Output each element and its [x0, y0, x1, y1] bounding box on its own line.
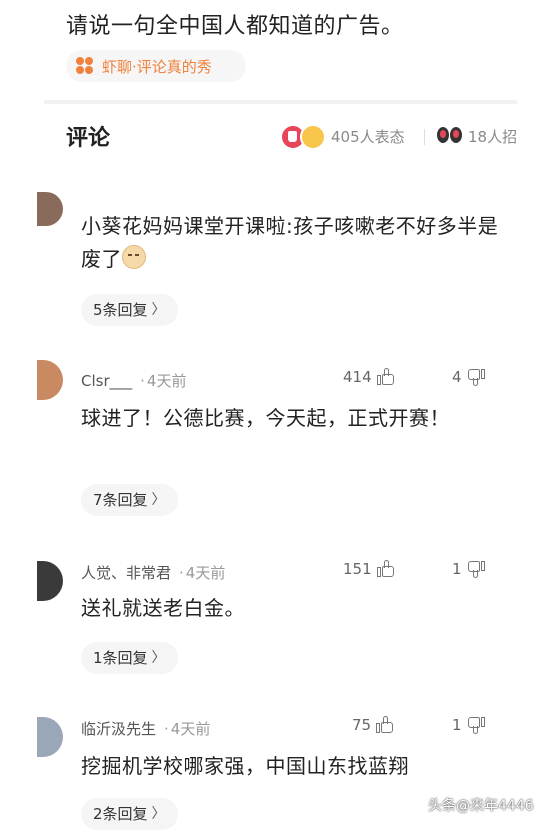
thumbs-up-icon — [376, 560, 395, 578]
replies-label: 2条回复 — [93, 805, 148, 823]
replies-button[interactable]: 2条回复 〉 — [81, 798, 178, 830]
author-name[interactable]: Clsr___ — [81, 372, 132, 390]
comment-time: 4天前 — [146, 372, 187, 390]
comments-title: 评论 — [66, 126, 111, 151]
replies-label: 7条回复 — [93, 491, 148, 509]
avatar[interactable] — [37, 360, 63, 400]
dislike-button[interactable]: 1 — [452, 716, 485, 734]
author-row: 临沂汲先生 · 4天前 — [81, 720, 211, 738]
clover-icon — [76, 57, 94, 75]
reaction-emoji-icon[interactable] — [280, 124, 326, 150]
thumbs-down-icon — [467, 368, 485, 386]
replies-button[interactable]: 1条回复 〉 — [81, 642, 178, 674]
face-emoji-icon — [122, 245, 146, 269]
comment-time: 4天前 — [170, 720, 211, 738]
avatar[interactable] — [37, 192, 63, 226]
thumbs-down-icon — [467, 716, 485, 734]
source-chip[interactable]: 虾聊·评论真的秀 — [66, 50, 246, 82]
chevron-right-icon: 〉 — [151, 492, 166, 508]
replies-label: 5条回复 — [93, 301, 148, 319]
comment-time: 4天前 — [185, 564, 226, 582]
comment-text: 小葵花妈妈课堂开课啦:孩子咳嗽老不好多半是废了 — [81, 214, 499, 271]
comments-header: 评论 405人表态 18人招 — [0, 116, 541, 156]
dislike-count: 1 — [452, 560, 462, 578]
like-button[interactable]: 414 — [343, 368, 395, 386]
like-button[interactable]: 151 — [343, 560, 395, 578]
avatar[interactable] — [37, 561, 63, 601]
dislike-button[interactable]: 4 — [452, 368, 485, 386]
author-row: 人觉、非常君 · 4天前 — [81, 564, 226, 582]
replies-button[interactable]: 7条回复 〉 — [81, 484, 178, 516]
like-count: 75 — [352, 716, 372, 734]
source-label: 虾聊·评论真的秀 — [102, 57, 212, 76]
replies-label: 1条回复 — [93, 649, 148, 667]
avatar[interactable] — [37, 717, 63, 757]
comment-text: 送礼就送老白金。 — [81, 596, 245, 620]
chevron-right-icon: 〉 — [151, 302, 166, 318]
replies-button[interactable]: 5条回复 〉 — [81, 294, 178, 326]
dislike-count: 4 — [452, 368, 462, 386]
chevron-right-icon: 〉 — [151, 806, 166, 822]
author-name[interactable]: 人觉、非常君 — [81, 564, 171, 582]
like-count: 151 — [343, 560, 372, 578]
comment-text: 挖掘机学校哪家强，中国山东找蓝翔 — [81, 754, 409, 778]
views-count[interactable]: 18人招 — [468, 126, 516, 147]
dislike-button[interactable]: 1 — [452, 560, 485, 578]
author-name[interactable]: 临沂汲先生 — [81, 720, 156, 738]
thumbs-up-icon — [376, 716, 394, 734]
watermark: 头条@来年4446 — [428, 798, 534, 814]
author-row: Clsr___ · 4天前 — [81, 372, 187, 390]
header-separator — [424, 129, 425, 145]
section-divider — [44, 100, 517, 104]
question-title: 请说一句全中国人都知道的广告。 — [66, 14, 404, 39]
chevron-right-icon: 〉 — [151, 650, 166, 666]
eyes-icon[interactable] — [437, 127, 463, 145]
like-count: 414 — [343, 368, 372, 386]
reactions-count[interactable]: 405人表态 — [331, 126, 405, 147]
like-button[interactable]: 75 — [352, 716, 394, 734]
dislike-count: 1 — [452, 716, 462, 734]
thumbs-up-icon — [376, 368, 395, 386]
comment-text: 球进了！公德比赛，今天起，正式开赛！ — [81, 406, 450, 430]
thumbs-down-icon — [467, 560, 485, 578]
